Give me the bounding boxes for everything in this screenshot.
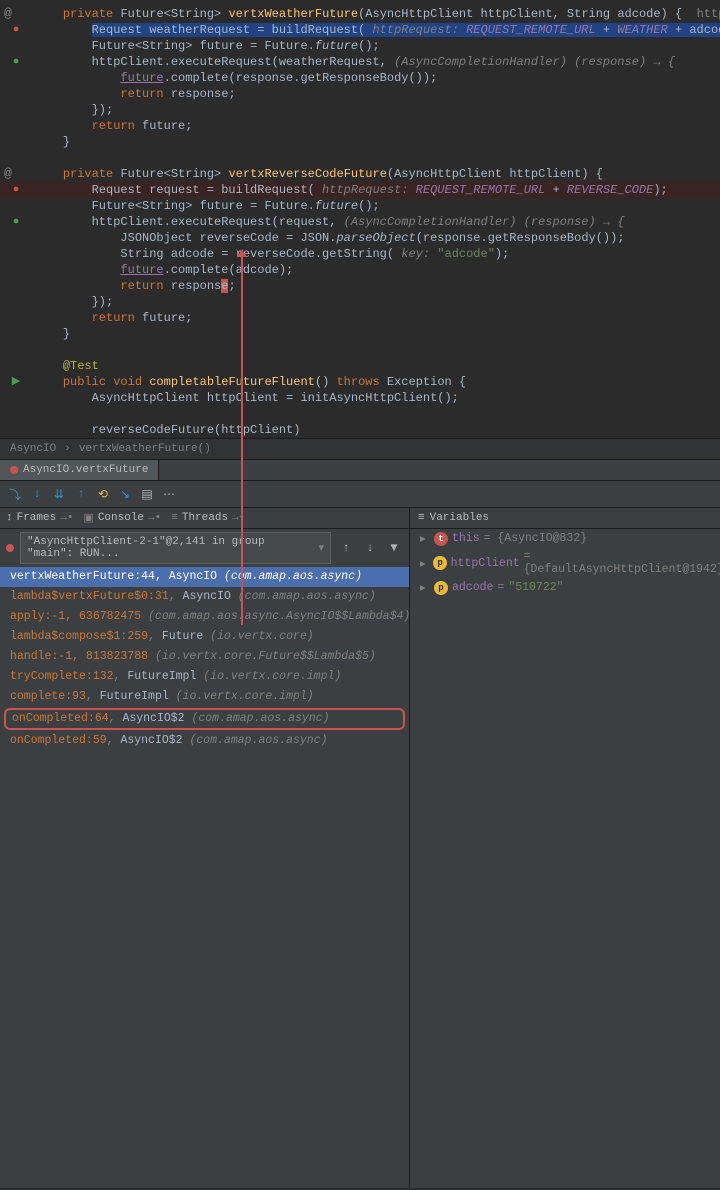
gutter-marker-icon[interactable]: ●	[4, 54, 28, 70]
prev-frame-icon[interactable]: ↑	[337, 539, 355, 557]
thread-label: "AsyncHttpClient-2-1"@2,141 in group "ma…	[27, 536, 314, 560]
debug-tabs: AsyncIO.vertxFuture	[0, 460, 720, 481]
gutter-annotation-icon: @	[4, 166, 12, 182]
next-frame-icon[interactable]: ↓	[361, 539, 379, 557]
drop-frame-icon[interactable]: ⟲	[94, 485, 112, 503]
step-out-icon[interactable]: ↑	[72, 485, 90, 503]
breadcrumb-class[interactable]: AsyncIO	[10, 443, 56, 455]
chevron-down-icon: ▾	[318, 541, 324, 555]
stack-frame[interactable]: vertxWeatherFuture:44, AsyncIO (com.amap…	[0, 567, 409, 587]
debug-toolbar: ⤵ ↓ ⇊ ↑ ⟲ ↘ ▤ ⋯	[0, 481, 720, 508]
thread-status-icon	[6, 544, 14, 552]
variables-list: ▸t this = {AsyncIO@832}▸p httpClient = {…	[410, 529, 720, 597]
filter-icon[interactable]: ▼	[385, 539, 403, 557]
evaluate-icon[interactable]: ▤	[138, 485, 156, 503]
run-test-icon[interactable]: ▶	[4, 374, 28, 390]
code-editor[interactable]: @ private Future<String> vertxWeatherFut…	[0, 0, 720, 438]
stack-frame[interactable]: onCompleted:59, AsyncIO$2 (com.amap.aos.…	[0, 731, 409, 751]
variable-row[interactable]: ▸p adcode = "510722"	[410, 578, 720, 597]
force-step-into-icon[interactable]: ⇊	[50, 485, 68, 503]
step-over-icon[interactable]: ⤵	[6, 485, 24, 503]
stack-frame[interactable]: lambda$vertxFuture$0:31, AsyncIO (com.am…	[0, 587, 409, 607]
tab-console[interactable]: ▣Console→•	[83, 511, 161, 525]
variables-title: Variables	[430, 512, 489, 524]
gutter-annotation-icon: @	[4, 6, 12, 22]
breakpoint-dot-icon	[10, 466, 18, 474]
breadcrumb: AsyncIO › vertxWeatherFuture()	[0, 438, 720, 460]
debug-tab-item[interactable]: AsyncIO.vertxFuture	[0, 460, 159, 480]
stack-frame[interactable]: lambda$compose$1:259, Future (io.vertx.c…	[0, 627, 409, 647]
breakpoint-icon[interactable]: ●	[4, 182, 28, 198]
run-to-cursor-icon[interactable]: ↘	[116, 485, 134, 503]
chevron-right-icon: ›	[64, 443, 71, 455]
more-icon[interactable]: ⋯	[160, 485, 178, 503]
gutter-marker-icon[interactable]: ●	[4, 214, 28, 230]
stack-frame[interactable]: onCompleted:64, AsyncIO$2 (com.amap.aos.…	[4, 708, 405, 730]
variable-row[interactable]: ▸t this = {AsyncIO@832}	[410, 529, 720, 548]
step-into-icon[interactable]: ↓	[28, 485, 46, 503]
debug-tab-label: AsyncIO.vertxFuture	[23, 464, 148, 476]
variables-icon: ≡	[418, 512, 425, 524]
stack-frame[interactable]: apply:-1, 636782475 (com.amap.aos.async.…	[0, 607, 409, 627]
thread-dropdown[interactable]: "AsyncHttpClient-2-1"@2,141 in group "ma…	[20, 532, 331, 564]
stack-trace-list: vertxWeatherFuture:44, AsyncIO (com.amap…	[0, 567, 409, 751]
breadcrumb-method[interactable]: vertxWeatherFuture()	[79, 443, 211, 455]
breakpoint-icon[interactable]: ●	[4, 22, 28, 38]
stack-frame[interactable]: complete:93, FutureImpl (io.vertx.core.i…	[0, 687, 409, 707]
stack-frame[interactable]: tryComplete:132, FutureImpl (io.vertx.co…	[0, 667, 409, 687]
frames-panel: ↕Frames→• ▣Console→• ≡Threads→• "AsyncHt…	[0, 508, 410, 1188]
tab-threads[interactable]: ≡Threads→•	[171, 511, 245, 525]
annotation-arrow	[241, 255, 243, 625]
tab-frames[interactable]: ↕Frames→•	[6, 511, 73, 525]
variables-panel: ≡ Variables ▸t this = {AsyncIO@832}▸p ht…	[410, 508, 720, 1188]
stack-frame[interactable]: handle:-1, 813823788 (io.vertx.core.Futu…	[0, 647, 409, 667]
variable-row[interactable]: ▸p httpClient = {DefaultAsyncHttpClient@…	[410, 548, 720, 578]
